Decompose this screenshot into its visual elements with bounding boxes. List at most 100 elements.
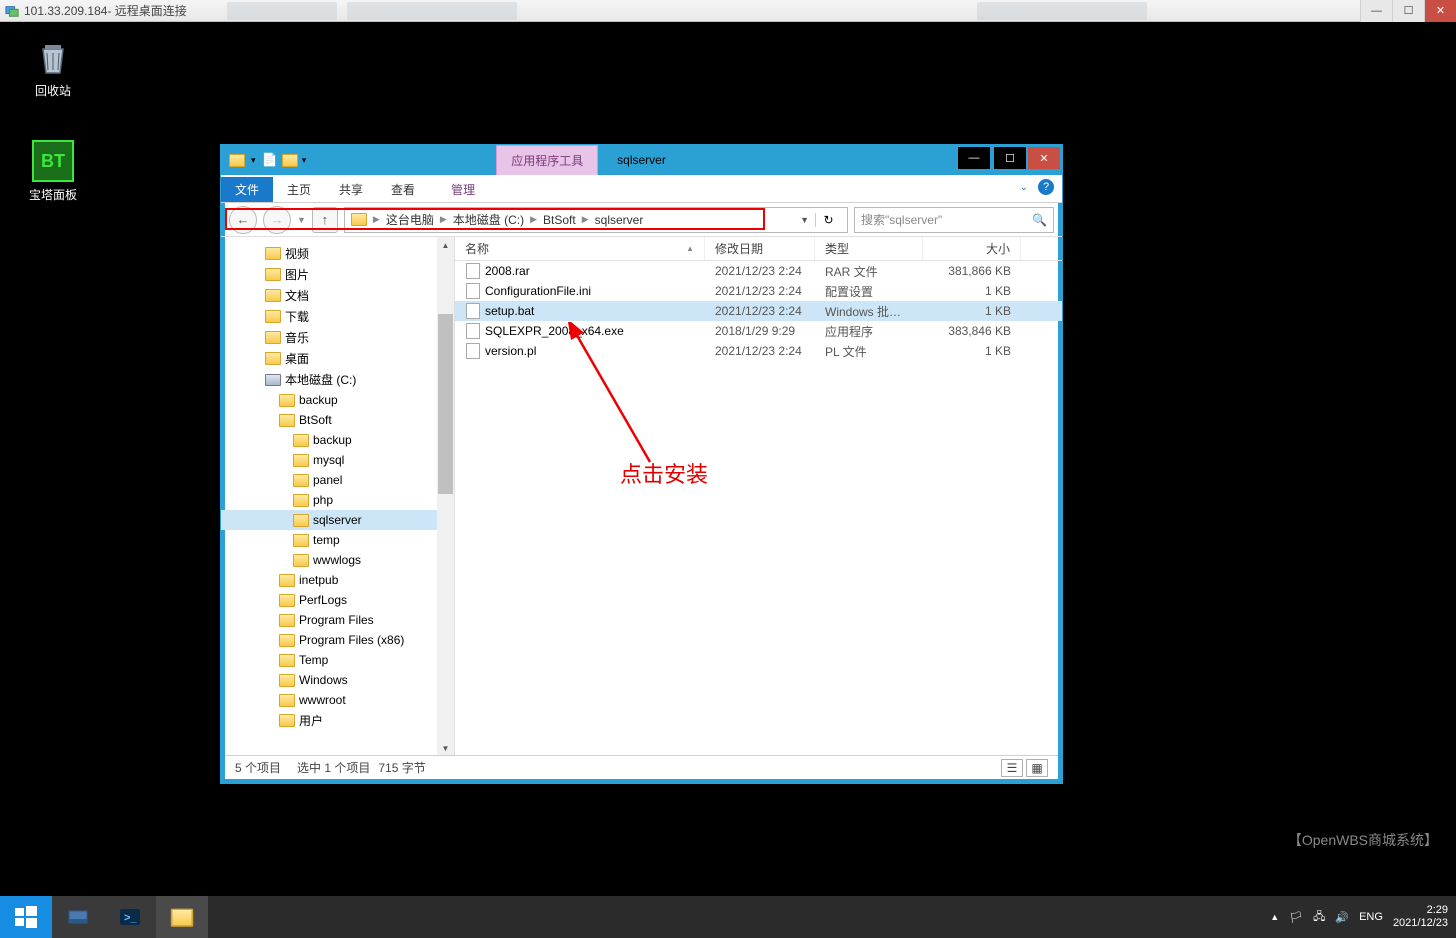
breadcrumb-item[interactable]: 本地磁盘 (C:) — [453, 211, 524, 228]
taskbar-explorer[interactable] — [156, 896, 208, 938]
ribbon-view-tab[interactable]: 查看 — [377, 177, 429, 202]
ribbon-manage-tab[interactable]: 管理 — [437, 177, 489, 202]
tray-chevron-icon[interactable]: ▲ — [1270, 912, 1279, 922]
tree-item[interactable]: 本地磁盘 (C:) — [221, 369, 454, 390]
bt-panel-shortcut[interactable]: BT 宝塔面板 — [18, 140, 88, 203]
tree-item-label: Program Files — [299, 613, 374, 627]
refresh-button[interactable]: ↻ — [815, 213, 841, 227]
tree-item[interactable]: Windows — [221, 670, 454, 690]
tree-item[interactable]: PerfLogs — [221, 590, 454, 610]
column-headers[interactable]: 名称▲ 修改日期 类型 大小 — [455, 237, 1062, 261]
col-type[interactable]: 类型 — [815, 237, 923, 260]
status-bar: 5 个项目 选中 1 个项目 715 字节 ☰ ▦ — [225, 755, 1058, 779]
tree-item[interactable]: BtSoft — [221, 410, 454, 430]
folder-icon — [279, 713, 295, 729]
tree-item[interactable]: Program Files — [221, 610, 454, 630]
file-row[interactable]: ConfigurationFile.ini2021/12/23 2:24配置设置… — [455, 281, 1062, 301]
help-icon[interactable]: ? — [1038, 179, 1054, 195]
ribbon-file-tab[interactable]: 文件 — [221, 177, 273, 202]
col-date[interactable]: 修改日期 — [705, 237, 815, 260]
file-row[interactable]: version.pl2021/12/23 2:24PL 文件1 KB — [455, 341, 1062, 361]
tray-volume-icon[interactable]: 🔊 — [1335, 911, 1349, 924]
search-icon[interactable]: 🔍 — [1032, 213, 1047, 227]
tree-item[interactable]: wwwroot — [221, 690, 454, 710]
maximize-button[interactable]: ☐ — [1392, 0, 1424, 22]
minimize-button[interactable]: — — [1360, 0, 1392, 22]
breadcrumb-dropdown-icon[interactable]: ▼ — [800, 215, 809, 225]
col-size[interactable]: 大小 — [923, 237, 1021, 260]
nav-back-button[interactable]: ← — [229, 206, 257, 234]
file-row[interactable]: SQLEXPR_2008_x64.exe2018/1/29 9:29应用程序38… — [455, 321, 1062, 341]
contextual-tool-tab[interactable]: 应用程序工具 — [496, 145, 598, 175]
tree-scrollbar[interactable]: ▲▼ — [437, 237, 454, 757]
status-selected: 选中 1 个项目 — [297, 759, 370, 776]
tree-item[interactable]: temp — [221, 530, 454, 550]
tray-clock[interactable]: 2:29 2021/12/23 — [1393, 904, 1448, 930]
file-row[interactable]: setup.bat2021/12/23 2:24Windows 批处理...1 … — [455, 301, 1062, 321]
taskbar[interactable]: >_ ▲ 🏳 🖧 🔊 ENG 2:29 2021/12/23 — [0, 896, 1456, 938]
qat-properties-icon[interactable]: 📄 — [262, 152, 278, 168]
view-icons-icon[interactable]: ▦ — [1026, 759, 1048, 777]
folder-icon — [293, 512, 309, 528]
tree-item[interactable]: Temp — [221, 650, 454, 670]
tree-item[interactable]: 音乐 — [221, 327, 454, 348]
view-details-icon[interactable]: ☰ — [1001, 759, 1023, 777]
tree-item[interactable]: inetpub — [221, 570, 454, 590]
tray-flag-icon[interactable]: 🏳 — [1289, 911, 1303, 924]
tree-item-label: wwwroot — [299, 693, 346, 707]
taskbar-server-manager[interactable] — [52, 896, 104, 938]
breadcrumb-item[interactable]: BtSoft — [543, 213, 576, 227]
tree-item[interactable]: backup — [221, 430, 454, 450]
tree-item-label: 下载 — [285, 308, 309, 325]
tree-item[interactable]: Program Files (x86) — [221, 630, 454, 650]
file-row[interactable]: 2008.rar2021/12/23 2:24RAR 文件381,866 KB — [455, 261, 1062, 281]
search-input[interactable]: 搜索"sqlserver" 🔍 — [854, 207, 1054, 233]
col-name[interactable]: 名称▲ — [455, 237, 705, 260]
watermark: 【OpenWBS商城系统】 — [1288, 830, 1438, 850]
tree-item[interactable]: panel — [221, 470, 454, 490]
explorer-minimize-button[interactable]: — — [958, 147, 990, 169]
tree-item[interactable]: 下载 — [221, 306, 454, 327]
tree-item[interactable]: wwwlogs — [221, 550, 454, 570]
rdp-icon — [4, 3, 20, 19]
tree-item[interactable]: 视频 — [221, 243, 454, 264]
explorer-maximize-button[interactable]: ☐ — [994, 147, 1026, 169]
tree-item[interactable]: mysql — [221, 450, 454, 470]
start-button[interactable] — [0, 896, 52, 938]
breadcrumb-item[interactable]: sqlserver — [595, 213, 644, 227]
system-tray[interactable]: ▲ 🏳 🖧 🔊 ENG 2:29 2021/12/23 — [1270, 904, 1456, 930]
tree-item-label: wwwlogs — [313, 553, 361, 567]
tree-item[interactable]: php — [221, 490, 454, 510]
tree-item[interactable]: 文档 — [221, 285, 454, 306]
folder-icon — [279, 412, 295, 428]
file-type: RAR 文件 — [815, 263, 923, 280]
drive-icon — [265, 372, 281, 388]
breadcrumb-item[interactable]: 这台电脑 — [386, 211, 434, 228]
tree-item-label: 视频 — [285, 245, 309, 262]
nav-up-button[interactable]: ↑ — [312, 207, 338, 233]
tray-network-icon[interactable]: 🖧 — [1313, 908, 1325, 927]
recycle-bin[interactable]: 回收站 — [18, 36, 88, 99]
tray-lang[interactable]: ENG — [1359, 911, 1383, 923]
breadcrumb[interactable]: ▶ 这台电脑▶ 本地磁盘 (C:)▶ BtSoft▶ sqlserver ▼ ↻ — [344, 207, 848, 233]
ribbon-home-tab[interactable]: 主页 — [273, 177, 325, 202]
folder-icon — [279, 392, 295, 408]
nav-history-dropdown[interactable]: ▼ — [297, 215, 306, 225]
ribbon-share-tab[interactable]: 共享 — [325, 177, 377, 202]
close-button[interactable]: ✕ — [1424, 0, 1456, 22]
qat-open-icon[interactable] — [282, 152, 298, 168]
taskbar-powershell[interactable]: >_ — [104, 896, 156, 938]
tree-item[interactable]: sqlserver — [221, 510, 454, 530]
nav-forward-button[interactable]: → — [263, 206, 291, 234]
tree-item-label: panel — [313, 473, 342, 487]
ribbon-expand-icon[interactable]: ⌄ — [1020, 182, 1028, 193]
file-list: 名称▲ 修改日期 类型 大小 2008.rar2021/12/23 2:24RA… — [455, 237, 1062, 757]
explorer-close-button[interactable]: ✕ — [1028, 147, 1060, 169]
tree-item[interactable]: 图片 — [221, 264, 454, 285]
nav-tree[interactable]: 视频图片文档下载音乐桌面本地磁盘 (C:)backupBtSoftbackupm… — [221, 237, 455, 757]
tree-item[interactable]: backup — [221, 390, 454, 410]
folder-icon — [265, 330, 281, 346]
tree-item[interactable]: 桌面 — [221, 348, 454, 369]
tree-item[interactable]: 用户 — [221, 710, 454, 731]
explorer-titlebar[interactable]: ▾ 📄 ▾ 应用程序工具 sqlserver — ☐ ✕ — [221, 145, 1062, 175]
